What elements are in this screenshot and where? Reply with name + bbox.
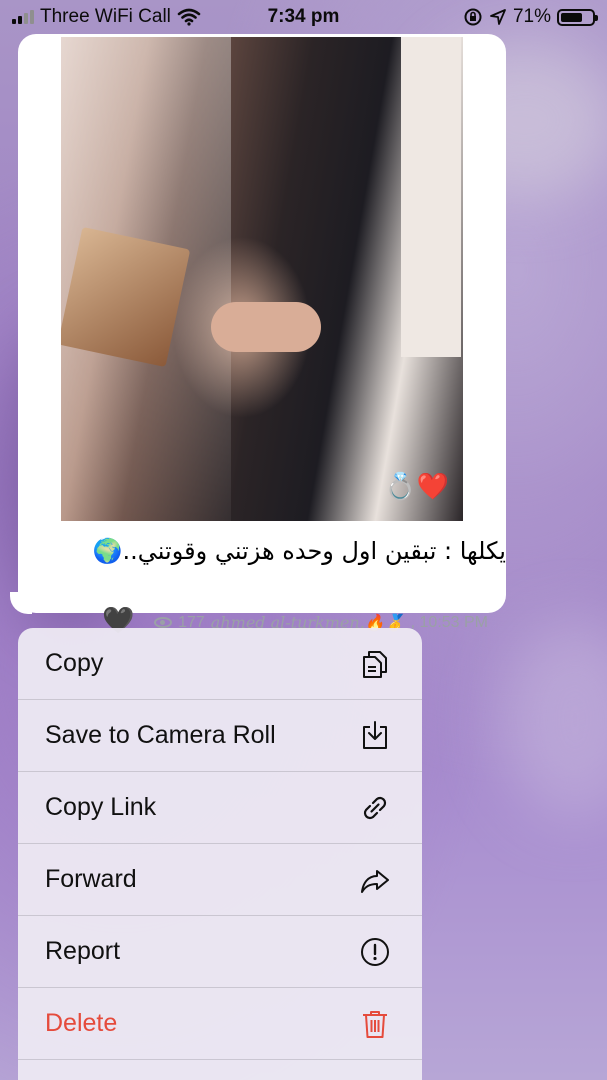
menu-item-label: Forward bbox=[45, 865, 137, 893]
status-bar: Three WiFi Call 7:34 pm 71% bbox=[0, 0, 607, 34]
menu-item-report[interactable]: Report bbox=[18, 916, 422, 988]
status-left: Three WiFi Call bbox=[12, 6, 201, 28]
menu-item-label: Save to Camera Roll bbox=[45, 721, 276, 749]
menu-item-forward[interactable]: Forward bbox=[18, 844, 422, 916]
copy-icon bbox=[363, 650, 387, 678]
trash-icon bbox=[363, 1010, 387, 1038]
photo-emoji-badge: 💍❤️ bbox=[384, 471, 449, 501]
location-icon bbox=[490, 9, 506, 25]
menu-item-label: Copy Link bbox=[45, 793, 157, 821]
forward-icon bbox=[361, 869, 389, 893]
message-timestamp: , 10:53 PM bbox=[410, 613, 488, 631]
wifi-icon bbox=[177, 8, 201, 26]
menu-item-label: Delete bbox=[45, 1009, 118, 1037]
message-bubble[interactable]: 💍❤️ يكلها : تبقين اول وحده هزتني وقوتني.… bbox=[18, 34, 506, 635]
report-icon bbox=[361, 937, 389, 966]
menu-item-label: Report bbox=[45, 937, 121, 965]
context-menu: Copy Save to Camera Roll Copy Link Forwa… bbox=[18, 628, 422, 1080]
signal-icon bbox=[12, 10, 34, 24]
carrier-label: Three WiFi Call bbox=[40, 6, 171, 27]
battery-icon bbox=[557, 8, 598, 26]
battery-percent: 71% bbox=[512, 6, 551, 27]
menu-item-save-to-camera-roll[interactable]: Save to Camera Roll bbox=[18, 700, 422, 772]
download-icon bbox=[363, 720, 387, 749]
status-right: 71% bbox=[463, 6, 598, 28]
rotation-lock-icon bbox=[464, 8, 482, 26]
link-icon bbox=[363, 796, 387, 819]
message-photo[interactable]: 💍❤️ bbox=[61, 37, 463, 521]
menu-item-copy-link[interactable]: Copy Link bbox=[18, 772, 422, 844]
message-caption: يكلها : تبقين اول وحده هزتني وقوتني..🌍 bbox=[92, 537, 506, 565]
views-eye-icon bbox=[154, 617, 173, 628]
menu-item-label: Copy bbox=[45, 649, 104, 677]
menu-item-delete[interactable]: Delete bbox=[18, 988, 422, 1060]
menu-item-copy[interactable]: Copy bbox=[18, 628, 422, 700]
